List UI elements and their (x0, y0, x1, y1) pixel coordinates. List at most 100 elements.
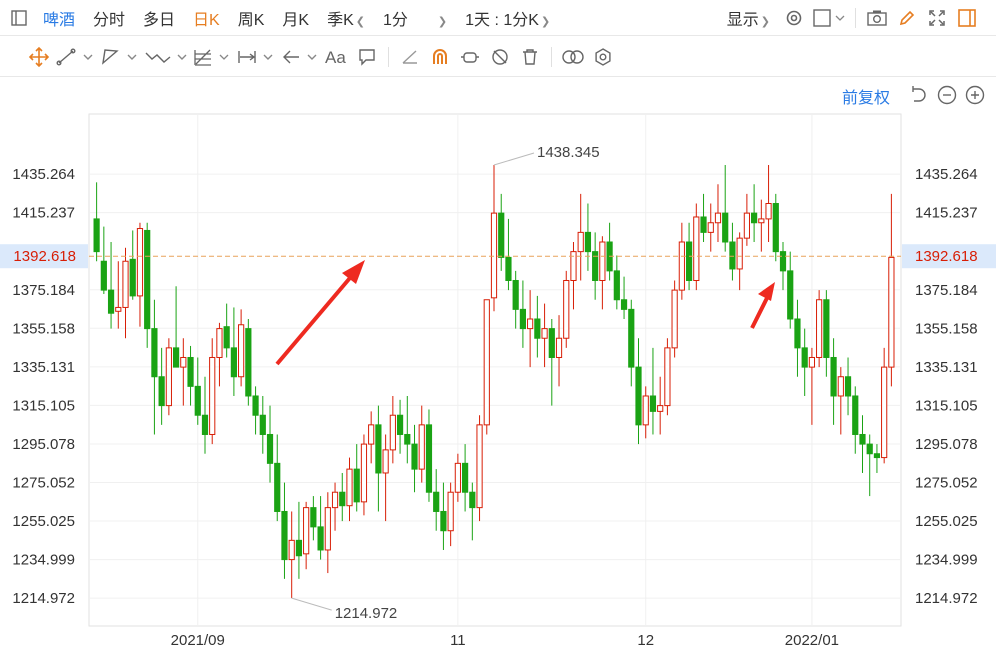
low-price-label: 1214.972 (335, 605, 398, 622)
undo-icon[interactable] (908, 84, 930, 111)
candle-body-down (172, 347, 180, 368)
text-tool-icon[interactable]: Aa (322, 42, 352, 72)
candle-body-down (613, 270, 620, 301)
ruler-angle-icon[interactable] (395, 42, 425, 72)
settings-gear-icon[interactable] (779, 3, 809, 33)
period-tab-multiday[interactable]: 多日 (134, 6, 184, 30)
chart-settings-icon[interactable] (588, 42, 618, 72)
period-tab-daily[interactable]: 日K (184, 6, 229, 30)
candle-body-down (635, 366, 642, 426)
range-select[interactable]: 1天 : 1分K ❯ (456, 6, 559, 30)
lock-drawings-icon[interactable] (455, 42, 485, 72)
candle-body-down (830, 356, 837, 397)
candle-body-down (396, 414, 404, 435)
period-tab-monthly[interactable]: 月K (273, 6, 318, 30)
y-tick-label-left: 1355.158 (12, 320, 75, 337)
candle-body-down (498, 212, 505, 258)
trend-line-icon[interactable] (54, 42, 98, 72)
period-tab-weekly[interactable]: 周K (229, 6, 274, 30)
candle-body-up (881, 366, 888, 459)
candle-body-down (144, 229, 151, 330)
chevron-down-icon: ❯ (760, 15, 770, 28)
arrow-left-icon[interactable] (278, 42, 322, 72)
zoom-in-icon[interactable] (964, 84, 986, 111)
candle-body-down (259, 414, 266, 435)
y-tick-label-left: 1275.052 (12, 475, 75, 492)
symbol-name[interactable]: 啤酒 (34, 6, 84, 30)
candle-body-down (512, 279, 519, 310)
candle-body-up (165, 347, 172, 407)
pencil-icon[interactable] (892, 3, 922, 33)
compare-icon[interactable] (558, 42, 588, 72)
candle-body-up (238, 324, 245, 378)
sidebar-toggle-icon[interactable] (4, 3, 34, 33)
candle-body-down (93, 218, 100, 253)
y-tick-label-right: 1375.184 (915, 282, 978, 299)
display-menu[interactable]: 显示 ❯ (718, 6, 779, 30)
y-tick-label-left: 1415.237 (12, 205, 75, 222)
period-tab-intraday[interactable]: 分时 (84, 6, 134, 30)
candle-body-down (310, 507, 317, 528)
display-menu-label: 显示 (726, 11, 759, 29)
fib-grid-icon[interactable] (190, 42, 234, 72)
measure-icon[interactable] (234, 42, 278, 72)
candle-body-down (534, 318, 541, 339)
polygon-icon[interactable] (98, 42, 142, 72)
candle-body-up (693, 216, 700, 281)
camera-icon[interactable] (862, 3, 892, 33)
side-panel-icon[interactable] (952, 3, 982, 33)
comment-icon[interactable] (352, 42, 382, 72)
candle-body-down (873, 453, 881, 459)
trash-icon[interactable] (515, 42, 545, 72)
candle-body-up (476, 424, 483, 509)
candle-body-down (266, 433, 274, 464)
candle-body-up (483, 299, 490, 426)
minute-select[interactable]: 1分 ❯ (374, 6, 456, 30)
y-tick-label-left: 1375.184 (12, 282, 75, 299)
candle-body-down (461, 462, 469, 493)
candlestick-chart[interactable]: 1435.264 1435.264 1415.237 1415.237 1375.184… (0, 110, 996, 660)
adjust-mode-label[interactable]: 前复权 (842, 84, 890, 108)
current-price-label-right: 1392.618 (915, 248, 978, 265)
candle-body-up (115, 306, 122, 312)
candle-body-up (368, 424, 375, 445)
period-tab-quarterly-label: 季K (327, 11, 354, 29)
candle-body-down (425, 424, 433, 493)
candle-body-down (620, 299, 628, 310)
candle-body-down (201, 414, 209, 435)
candle-body-down (548, 328, 555, 358)
candle-body-down (729, 241, 736, 270)
candle-body-down (245, 328, 252, 397)
candle-body-up (671, 289, 678, 349)
candle-body-up (382, 449, 389, 474)
candle-body-down (274, 462, 281, 512)
candle-body-down (722, 212, 729, 243)
move-crosshair-icon[interactable] (24, 42, 54, 72)
drawing-toolbar: Aa (0, 37, 996, 77)
candle-body-down (100, 260, 107, 291)
magnet-icon[interactable] (425, 42, 455, 72)
candle-body-down (866, 443, 873, 455)
zoom-out-icon[interactable] (936, 84, 958, 111)
chevron-down-icon: ❯ (540, 15, 551, 28)
fullscreen-icon[interactable] (922, 3, 952, 33)
period-tab-quarterly[interactable]: 季K ❮ (318, 6, 374, 30)
candle-body-down (339, 491, 346, 507)
layout-square-icon[interactable] (809, 3, 849, 33)
candle-body-up (816, 299, 823, 358)
wave-line-icon[interactable] (142, 42, 190, 72)
candle-body-up (758, 218, 765, 224)
candle-body-down (411, 443, 418, 470)
candle-body-up (563, 279, 570, 339)
candle-body-up (324, 507, 331, 551)
candle-body-down (519, 308, 527, 330)
range-select-label: 1天 : 1分K (465, 11, 539, 29)
divider (388, 46, 389, 67)
chevron-down-icon: ❯ (437, 15, 448, 28)
y-tick-label-right: 1275.052 (915, 475, 978, 492)
candle-body-up (541, 328, 548, 339)
candle-body-down (158, 376, 165, 407)
candle-body-down (107, 289, 115, 314)
hide-drawings-icon[interactable] (485, 42, 515, 72)
candle-body-down (649, 395, 657, 412)
